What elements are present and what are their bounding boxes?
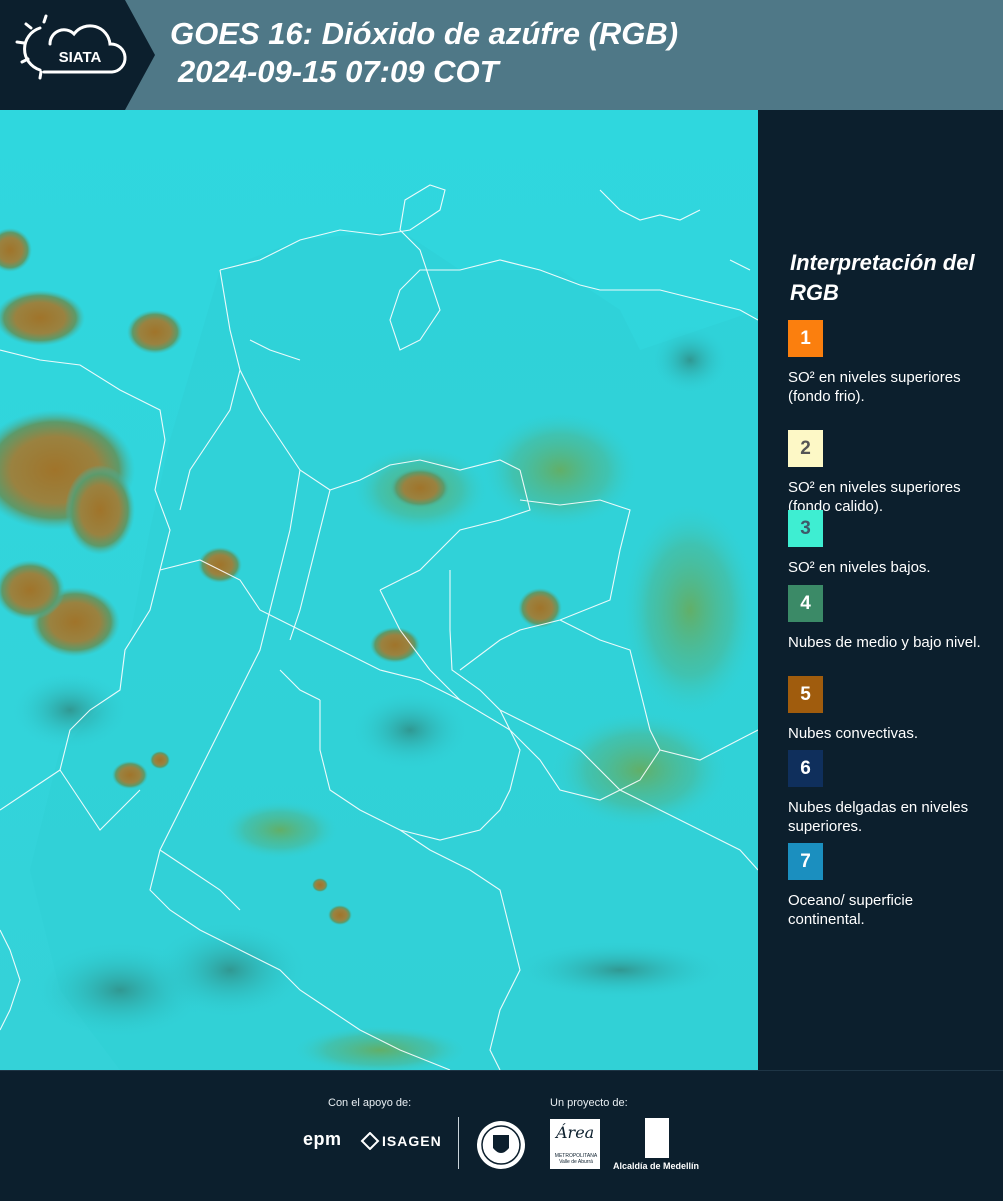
legend-text: Nubes de medio y bajo nivel.	[788, 634, 981, 651]
page-title: GOES 16: Dióxido de azúfre (RGB)	[170, 16, 679, 51]
header: SIATA GOES 16: Dióxido de azúfre (RGB) 2…	[0, 0, 1003, 110]
legend-swatch: 4	[788, 585, 823, 622]
legend-swatch: 3	[788, 510, 823, 547]
legend-item: 4 Nubes de medio y bajo nivel.	[788, 585, 993, 652]
legend-item: 2 SO² en niveles superiores (fondo calido…	[788, 430, 993, 516]
legend-swatch: 2	[788, 430, 823, 467]
siata-logo-text: SIATA	[59, 49, 102, 66]
alcaldia-label: Alcaldía de Medellín	[613, 1161, 700, 1171]
legend-swatch: 6	[788, 750, 823, 787]
legend-title: Interpretación del RGB	[790, 250, 975, 305]
project-label: Un proyecto de:	[550, 1097, 628, 1109]
map-image	[0, 110, 758, 1070]
legend-swatch: 7	[788, 843, 823, 880]
legend-panel: Interpretación del RGB 1 SO² en niveles s…	[758, 110, 1003, 1070]
footer: Con el apoyo de: Un proyecto de: epm ISA…	[0, 1070, 1003, 1201]
legend-text: Nubes convectivas.	[788, 725, 919, 742]
timestamp: 2024-09-15 07:09 COT	[178, 54, 499, 89]
area-logo-text: Área	[556, 1123, 595, 1142]
legend-swatch: 1	[788, 320, 823, 357]
legend-text: Nubes delgadas en niveles superiores.	[788, 799, 969, 835]
isagen-mark-icon	[360, 1132, 380, 1150]
legend-text: SO² en niveles bajos.	[788, 559, 931, 576]
medellin-seal-icon	[477, 1121, 525, 1169]
epm-logo: epm	[303, 1129, 342, 1149]
legend-text: SO² en niveles superiores (fondo frio).	[788, 369, 961, 405]
area-logo-subtext: METROPOLITANA Valle de Aburrá	[554, 1153, 598, 1165]
legend-swatch: 5	[788, 676, 823, 713]
support-label: Con el apoyo de:	[328, 1097, 412, 1109]
satellite-map	[0, 110, 758, 1070]
isagen-logo: ISAGEN	[382, 1133, 442, 1149]
legend-item: 3 SO² en niveles bajos.	[788, 510, 993, 577]
footer-divider	[458, 1117, 459, 1169]
logo-panel: SIATA	[0, 0, 155, 110]
legend-item: 5 Nubes convectivas.	[788, 676, 993, 743]
legend-item: 7 Oceano/ superficie continental.	[788, 843, 993, 929]
alcaldia-building-icon	[645, 1118, 669, 1158]
legend-item: 1 SO² en niveles superiores (fondo frio).	[788, 320, 993, 406]
legend-text: Oceano/ superficie continental.	[788, 892, 914, 928]
legend-item: 6 Nubes delgadas en niveles superiores.	[788, 750, 993, 836]
